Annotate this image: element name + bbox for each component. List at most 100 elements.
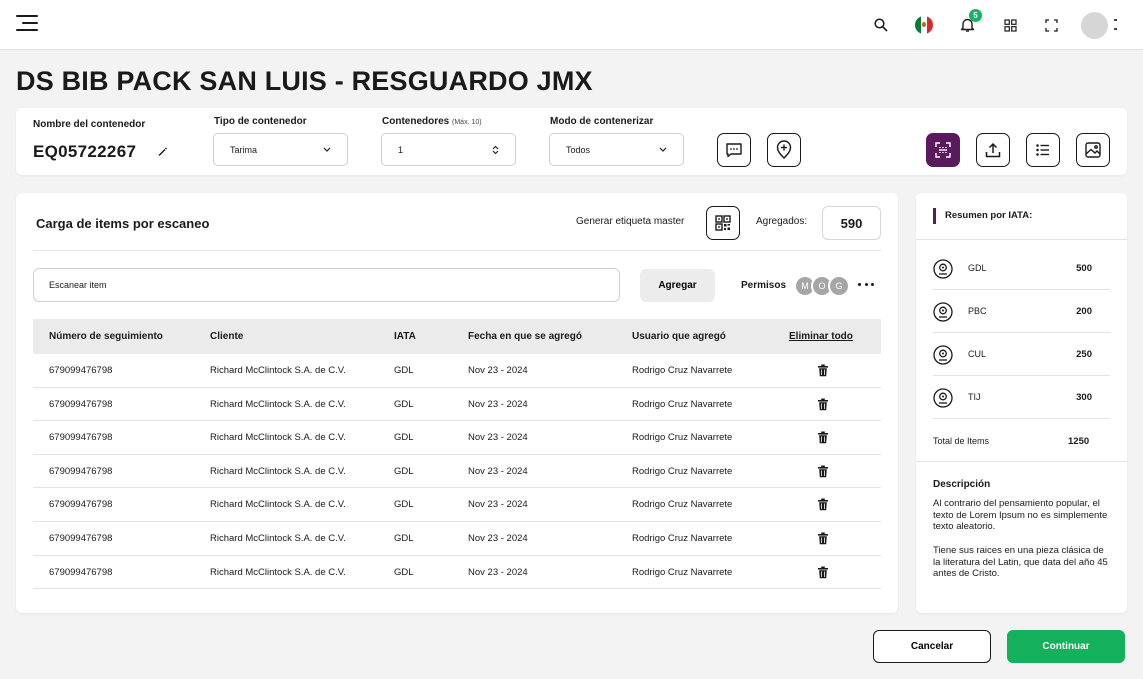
total-items-label: Total de Items <box>933 436 990 446</box>
location-pin-icon <box>933 388 953 408</box>
grid-icon[interactable] <box>999 14 1021 36</box>
more-options-icon[interactable] <box>858 283 874 287</box>
tracking-number-cell: 679099476798 <box>49 465 113 477</box>
trash-icon[interactable] <box>817 532 829 545</box>
permission-avatar[interactable]: G <box>828 275 850 297</box>
scan-mode-button[interactable] <box>926 133 960 167</box>
iata-cell: GDL <box>394 432 414 444</box>
description-title: Descripción <box>933 479 991 490</box>
table-row: 679099476798 Richard McClintock S.A. de C… <box>33 354 881 388</box>
top-bar: 5 <box>0 0 1143 50</box>
date-added-cell: Nov 23 - 2024 <box>468 398 528 410</box>
image-button[interactable] <box>1076 133 1110 167</box>
list-view-button[interactable] <box>1026 133 1060 167</box>
iata-summary-row: GDL 500 <box>933 247 1110 290</box>
trash-icon[interactable] <box>817 465 829 478</box>
description-paragraph: Tiene sus raices en una pieza clásica de… <box>933 545 1108 579</box>
client-cell: Richard McClintock S.A. de C.V. <box>210 432 346 444</box>
scan-item-input[interactable] <box>33 268 620 302</box>
iata-cell: GDL <box>394 465 414 477</box>
added-by-cell: Rodrigo Cruz Navarrete <box>632 398 733 410</box>
iata-summary-title: Resumen por IATA: <box>933 208 1032 224</box>
generate-master-label: Generar etiqueta master <box>576 216 685 227</box>
iata-code: PBC <box>968 306 987 316</box>
scan-card-title: Carga de items por escaneo <box>36 216 210 231</box>
add-item-button[interactable]: Agregar <box>640 269 715 302</box>
added-by-cell: Rodrigo Cruz Navarrete <box>632 432 733 444</box>
added-label: Agregados: <box>756 216 808 227</box>
user-menu-icon[interactable] <box>1114 16 1118 34</box>
table-row: 679099476798 Richard McClintock S.A. de C… <box>33 421 881 455</box>
iata-summary-row: PBC 200 <box>933 290 1110 333</box>
user-avatar[interactable] <box>1081 12 1108 39</box>
iata-cell: GDL <box>394 365 414 376</box>
containerize-mode-select[interactable]: Todos <box>549 133 684 166</box>
generate-master-label-button[interactable] <box>706 206 740 240</box>
tracking-number-cell: 679099476798 <box>49 566 113 578</box>
iata-count: 200 <box>1076 306 1092 317</box>
comment-icon <box>726 143 742 158</box>
mexico-flag-icon[interactable] <box>913 14 935 36</box>
column-header-date-added: Fecha en que se agregó <box>468 331 582 342</box>
tracking-number-cell: 679099476798 <box>49 365 113 376</box>
trash-icon[interactable] <box>817 364 829 377</box>
container-count-label: Contenedores (Máx. 10) <box>382 116 482 127</box>
bell-icon[interactable]: 5 <box>956 9 982 36</box>
containerize-mode-value: Todos <box>566 144 591 155</box>
container-count-stepper[interactable]: 1 <box>381 133 516 166</box>
container-count-value: 1 <box>398 144 404 155</box>
iata-count: 500 <box>1076 263 1092 274</box>
upload-icon <box>985 142 1001 158</box>
iata-cell: GDL <box>394 532 414 544</box>
total-items-value: 1250 <box>1068 436 1090 447</box>
add-location-button[interactable] <box>767 133 801 167</box>
container-name-label: Nombre del contenedor <box>33 119 146 130</box>
tracking-number-cell: 679099476798 <box>49 499 113 511</box>
containerize-mode-label: Modo de contenerizar <box>550 116 654 127</box>
table-row: 679099476798 Richard McClintock S.A. de C… <box>33 388 881 422</box>
cancel-button[interactable]: Cancelar <box>873 630 991 663</box>
trash-icon[interactable] <box>817 431 829 444</box>
fullscreen-icon[interactable] <box>1040 14 1062 36</box>
chevron-down-icon <box>323 147 331 152</box>
list-icon <box>1036 144 1049 156</box>
upload-button[interactable] <box>976 133 1010 167</box>
table-row: 679099476798 Richard McClintock S.A. de C… <box>33 522 881 556</box>
container-type-value: Tarima <box>230 144 258 155</box>
page-title: DS BIB PACK SAN LUIS - RESGUARDO JMX <box>16 66 593 96</box>
table-row: 679099476798 Richard McClintock S.A. de C… <box>33 488 881 522</box>
date-added-cell: Nov 23 - 2024 <box>468 432 528 444</box>
comment-button[interactable] <box>717 133 751 167</box>
client-cell: Richard McClintock S.A. de C.V. <box>210 398 346 410</box>
container-type-select[interactable]: Tarima <box>213 133 348 166</box>
divider <box>916 239 1127 240</box>
search-icon[interactable] <box>870 14 892 36</box>
column-header-iata: IATA <box>394 331 416 342</box>
container-type-label: Tipo de contenedor <box>214 116 307 127</box>
iata-summary-row: TIJ 300 <box>933 376 1110 419</box>
edit-pencil-icon[interactable] <box>155 144 169 158</box>
chevron-down-icon <box>659 147 667 152</box>
trash-icon[interactable] <box>817 398 829 411</box>
menu-icon[interactable] <box>16 14 38 32</box>
location-pin-icon <box>933 345 953 365</box>
description-paragraph: Al contrario del pensamiento popular, el… <box>933 498 1108 532</box>
iata-count: 250 <box>1076 349 1092 360</box>
trash-icon[interactable] <box>817 498 829 511</box>
divider <box>916 461 1127 462</box>
continue-button[interactable]: Continuar <box>1007 630 1125 663</box>
column-header-client: Cliente <box>210 331 244 342</box>
tracking-number-cell: 679099476798 <box>49 432 113 444</box>
date-added-cell: Nov 23 - 2024 <box>468 566 528 578</box>
delete-all-link[interactable]: Eliminar todo <box>789 319 853 354</box>
client-cell: Richard McClintock S.A. de C.V. <box>210 465 346 477</box>
trash-icon[interactable] <box>817 566 829 579</box>
iata-code: GDL <box>968 263 987 273</box>
iata-cell: GDL <box>394 499 414 511</box>
date-added-cell: Nov 23 - 2024 <box>468 365 528 376</box>
container-count-hint: (Máx. 10) <box>452 119 482 126</box>
location-pin-icon <box>933 259 953 279</box>
added-by-cell: Rodrigo Cruz Navarrete <box>632 365 733 376</box>
scanned-items-table: Número de seguimiento Cliente IATA Fecha… <box>33 319 881 590</box>
stepper-arrows-icon[interactable] <box>492 145 499 155</box>
